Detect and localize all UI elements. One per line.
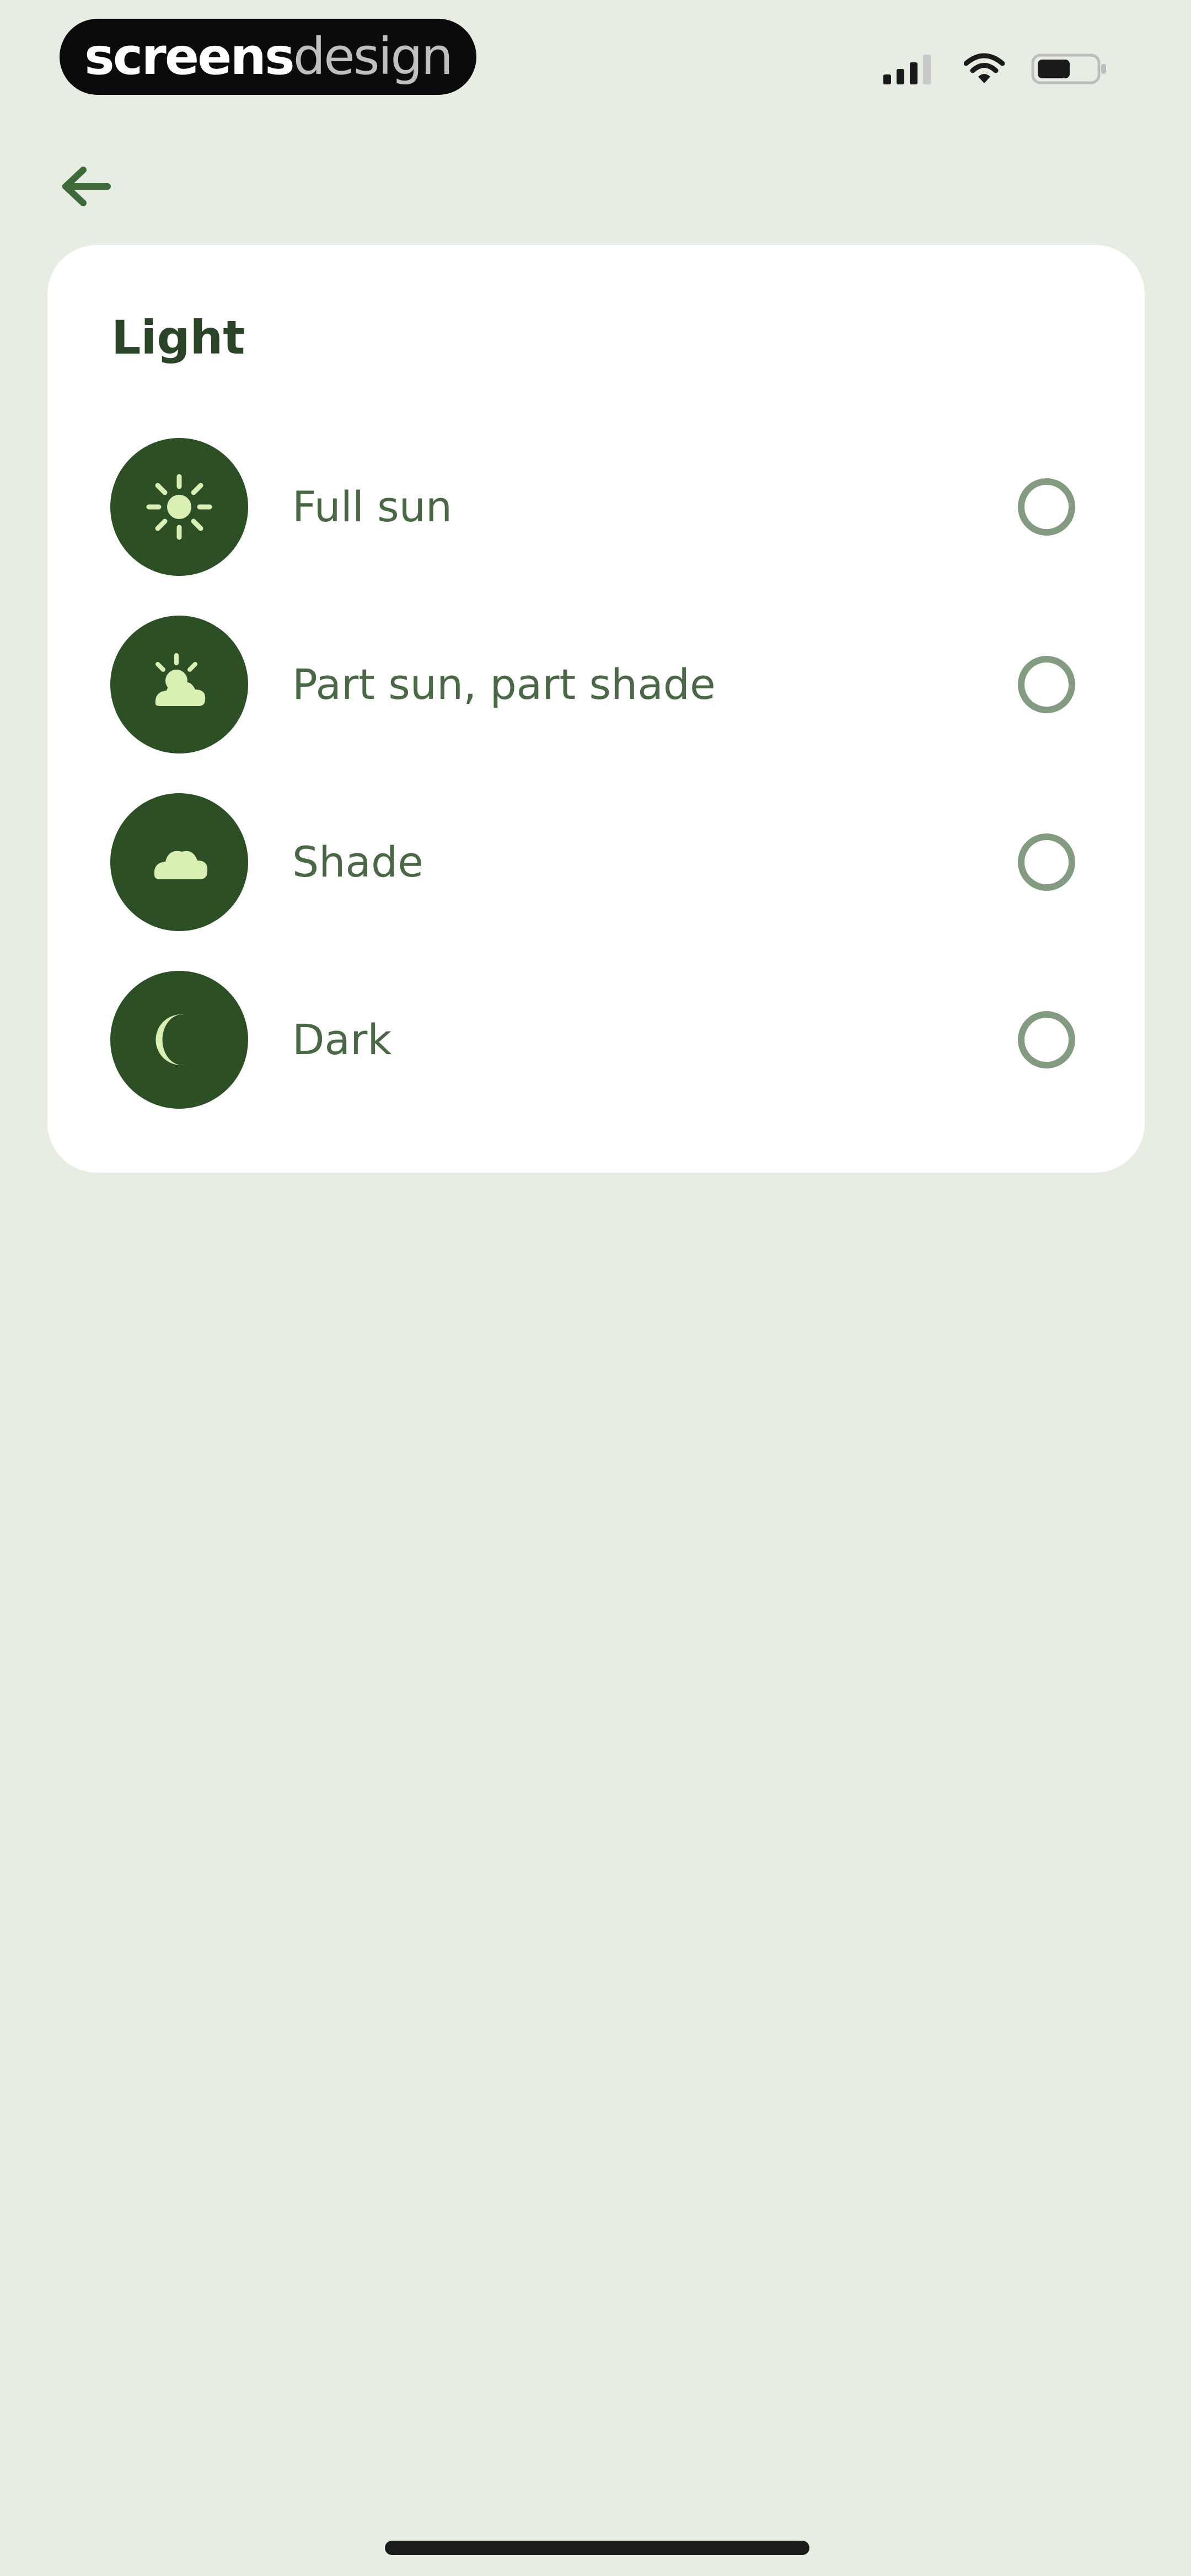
radio-button[interactable] bbox=[1018, 656, 1075, 713]
screensdesign-logo: screens design bbox=[60, 19, 476, 95]
battery-icon bbox=[1031, 52, 1108, 86]
option-dark[interactable]: Dark bbox=[110, 971, 1136, 1109]
option-part-sun-part-shade[interactable]: Part sun, part shade bbox=[110, 616, 1136, 753]
radio-button[interactable] bbox=[1018, 833, 1075, 891]
option-full-sun[interactable]: Full sun bbox=[110, 438, 1136, 576]
cloud-icon bbox=[143, 826, 215, 898]
logo-text-bold: screens bbox=[84, 27, 295, 86]
option-label: Dark bbox=[292, 1015, 392, 1064]
sun-cloud-icon bbox=[143, 649, 215, 720]
arrow-left-icon bbox=[59, 164, 112, 211]
icon-circle bbox=[110, 438, 248, 576]
status-icons bbox=[882, 50, 1108, 88]
radio-button[interactable] bbox=[1018, 1011, 1075, 1068]
option-shade[interactable]: Shade bbox=[110, 793, 1136, 931]
icon-circle bbox=[110, 793, 248, 931]
option-label: Full sun bbox=[292, 482, 453, 531]
option-label: Part sun, part shade bbox=[292, 660, 716, 709]
card-title: Light bbox=[111, 311, 245, 365]
icon-circle bbox=[110, 971, 248, 1109]
logo-text-light: design bbox=[293, 27, 453, 86]
back-button[interactable] bbox=[55, 160, 116, 215]
option-label: Shade bbox=[292, 837, 423, 886]
radio-button[interactable] bbox=[1018, 478, 1075, 536]
sun-icon bbox=[143, 471, 215, 543]
signal-icon bbox=[882, 52, 937, 85]
moon-icon bbox=[143, 1004, 215, 1076]
light-card: Light Full sun Part sun, part shade Shad… bbox=[47, 245, 1145, 1173]
wifi-icon bbox=[964, 52, 1005, 85]
home-indicator[interactable] bbox=[385, 2541, 809, 2555]
icon-circle bbox=[110, 616, 248, 753]
